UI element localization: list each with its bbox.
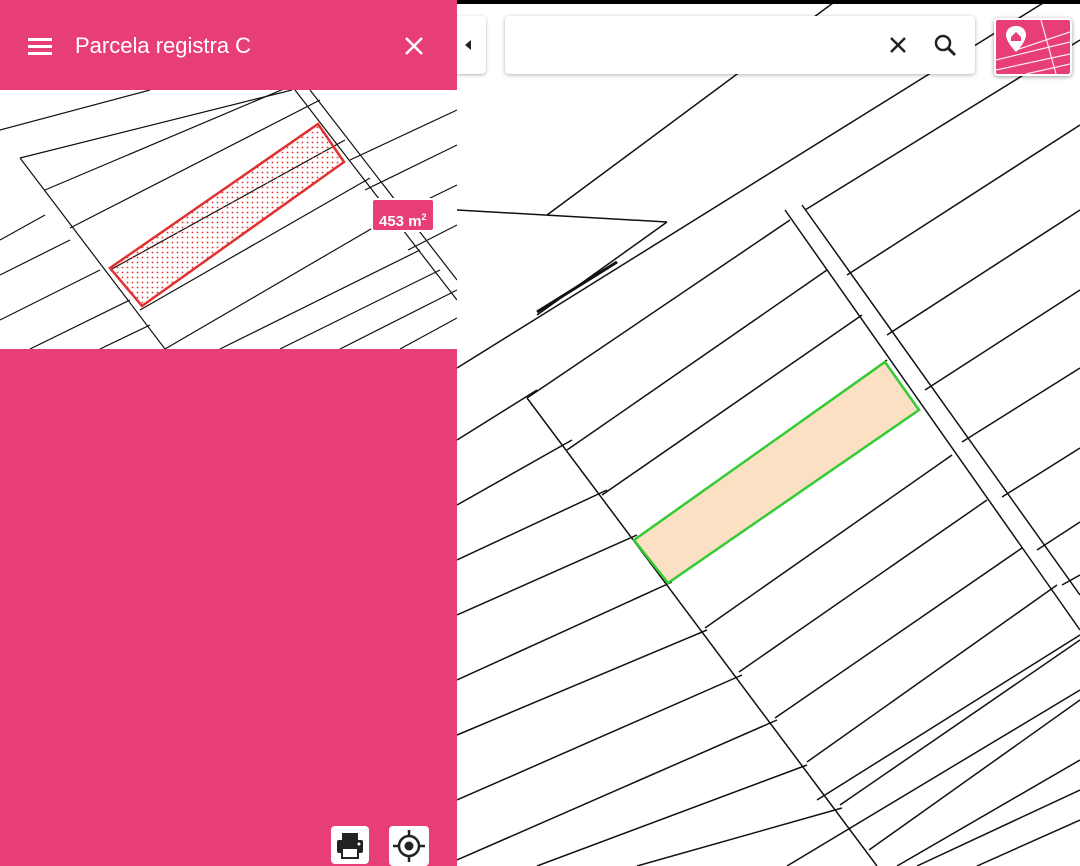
search-input[interactable] [517, 30, 877, 60]
search-bar [505, 16, 975, 74]
collapse-panel-button[interactable] [457, 16, 486, 74]
preview-parcel-highlight [108, 122, 346, 308]
selected-parcel-highlight[interactable] [632, 360, 921, 585]
printer-icon [337, 833, 363, 859]
triangle-left-icon [465, 40, 471, 50]
area-unit-exponent: 2 [421, 212, 427, 222]
area-value: 453 m [379, 213, 422, 230]
print-button[interactable] [331, 826, 369, 864]
page-title: Parcela registra C [75, 33, 252, 58]
parcel-preview-map: 453 m2 [0, 90, 457, 349]
map-pin-parcel-icon [996, 20, 1070, 74]
parcel-layer-button[interactable] [994, 18, 1072, 76]
menu-icon [28, 38, 52, 55]
close-icon [890, 37, 906, 53]
close-panel-button[interactable] [398, 30, 430, 62]
parcel-boundary-bold [536, 260, 618, 314]
panel-header: Parcela registra C [0, 0, 457, 90]
area-badge: 453 m2 [371, 198, 435, 232]
close-icon [405, 37, 423, 55]
my-location-button[interactable] [389, 826, 429, 866]
top-border [457, 0, 1080, 4]
parcel-side-panel: Parcela registra C 453 m2 [0, 0, 457, 866]
app-root: Parcela registra C 453 m2 [0, 0, 1080, 866]
cadastral-map[interactable] [457, 0, 1080, 866]
clear-search-button[interactable] [883, 30, 913, 60]
search-button[interactable] [930, 30, 962, 62]
crosshair-gps-icon [393, 830, 425, 862]
map-canvas[interactable] [457, 0, 1080, 866]
menu-button[interactable] [22, 30, 58, 62]
search-icon [934, 34, 957, 57]
parcel-lines [457, 0, 1080, 866]
